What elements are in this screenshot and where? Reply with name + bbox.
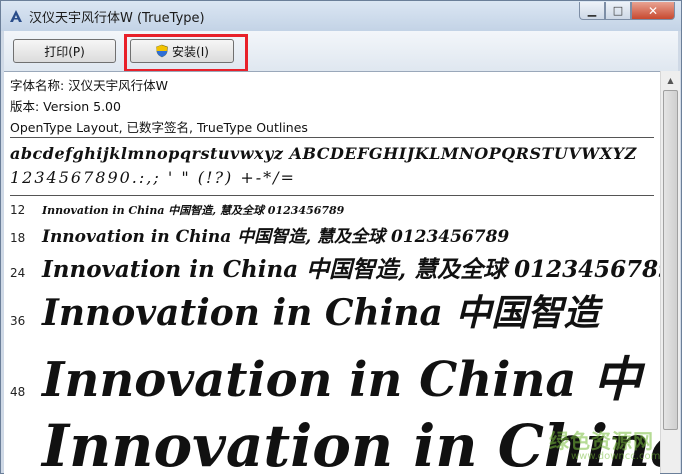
uac-shield-icon — [156, 44, 168, 58]
sample-text: Innovation in China 中国智造 — [42, 292, 600, 334]
font-version-line: 版本: Version 5.00 — [10, 99, 121, 114]
maximize-icon: □ — [612, 4, 624, 17]
sample-text: Innovation in China 中国智造, 慧及全球 012345678… — [42, 204, 345, 217]
charset-line-letters: abcdefghijklmnopqrstuvwxyz ABCDEFGHIJKLM… — [10, 144, 637, 163]
window-controls: ▁ □ ✕ — [579, 2, 675, 22]
sample-text: Innovation in China 中国智造, 慧及全球 012345678… — [42, 256, 660, 283]
sample-row: 48 Innovation in China 中 — [10, 340, 641, 410]
sample-text: Innovation in China 中 — [42, 352, 642, 408]
font-features-line: OpenType Layout, 已数字签名, TrueType Outline… — [10, 120, 308, 135]
minimize-icon: ▁ — [587, 4, 597, 17]
watermark-logo-text: 绿色资源网 — [549, 429, 654, 453]
minimize-button[interactable]: ▁ — [579, 2, 605, 20]
size-label: 36 — [10, 314, 26, 328]
divider — [10, 195, 654, 196]
divider — [10, 137, 654, 138]
scroll-thumb[interactable] — [663, 90, 678, 430]
font-viewer-window: 汉仪天宇风行体W (TrueType) ▁ □ ✕ 打印(P) 安装(I) 字体… — [0, 0, 682, 474]
close-icon: ✕ — [647, 3, 659, 18]
size-label: 12 — [10, 203, 26, 217]
vertical-scrollbar[interactable]: ▲ — [660, 71, 680, 473]
install-button-label: 安装(I) — [172, 44, 209, 59]
chevron-up-icon: ▲ — [667, 75, 674, 85]
size-label: 24 — [10, 266, 26, 280]
font-name-line: 字体名称: 汉仪天宇风行体W — [10, 78, 169, 93]
size-label: 48 — [10, 385, 26, 399]
watermark-url: www.downcc.com — [571, 451, 661, 462]
print-button[interactable]: 打印(P) — [13, 39, 116, 63]
window-title: 汉仪天宇风行体W (TrueType) — [29, 11, 205, 26]
size-label: 18 — [10, 231, 26, 245]
sample-row: 36 Innovation in China 中国智造 — [10, 284, 599, 336]
sample-row: 24 Innovation in China 中国智造, 慧及全球 012345… — [10, 250, 660, 284]
toolbar: 打印(P) 安装(I) — [4, 31, 678, 72]
sample-row: 12 Innovation in China 中国智造, 慧及全球 012345… — [10, 202, 344, 218]
maximize-button[interactable]: □ — [605, 2, 631, 20]
font-info: 字体名称: 汉仪天宇风行体W 版本: Version 5.00 OpenType… — [10, 75, 308, 138]
charset-line-digits: 1234567890.:,; ' " (!?) +-*/= — [10, 168, 296, 187]
sample-row: 18 Innovation in China 中国智造, 慧及全球 012345… — [10, 222, 509, 247]
sample-text: Innovation in China 中国智造, 慧及全球 012345678… — [42, 227, 510, 247]
close-button[interactable]: ✕ — [631, 2, 675, 20]
install-button[interactable]: 安装(I) — [130, 39, 234, 63]
font-app-icon — [10, 10, 22, 22]
title-bar[interactable]: 汉仪天宇风行体W (TrueType) ▁ □ ✕ — [1, 1, 681, 31]
print-button-label: 打印(P) — [44, 44, 85, 59]
font-preview-pane: 字体名称: 汉仪天宇风行体W 版本: Version 5.00 OpenType… — [4, 71, 660, 474]
scroll-up-button[interactable]: ▲ — [661, 71, 680, 89]
